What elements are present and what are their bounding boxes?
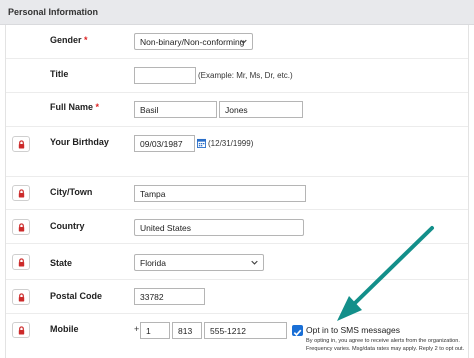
- arrow-annotation: [337, 226, 434, 321]
